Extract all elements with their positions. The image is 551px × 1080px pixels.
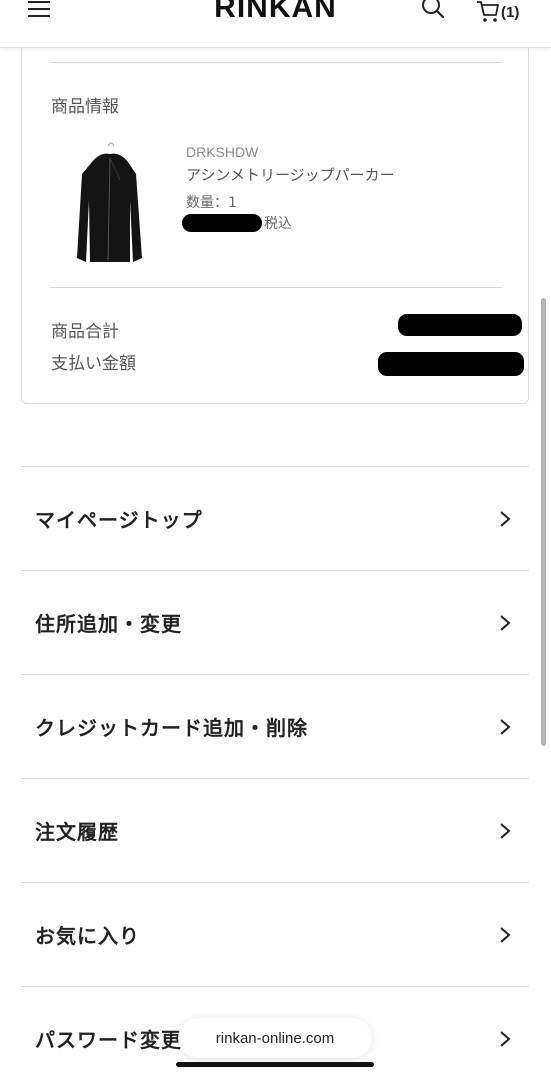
menu-item-label: マイページトップ [35, 508, 203, 532]
product-info-heading: 商品情報 [51, 97, 119, 117]
home-indicator[interactable] [176, 1062, 374, 1067]
redacted-price [182, 214, 262, 232]
menu-item-address[interactable]: 住所追加・変更 [21, 570, 529, 674]
search-icon[interactable] [420, 0, 446, 24]
chevron-right-icon [500, 1030, 511, 1047]
menu-item-mypage-top[interactable]: マイページトップ [21, 466, 529, 570]
chevron-right-icon [500, 614, 511, 631]
product-quantity: 数量：1 [186, 195, 237, 211]
menu-item-label: パスワード変更 [35, 1028, 182, 1052]
payment-amount-label: 支払い金額 [51, 354, 136, 374]
menu-item-credit-card[interactable]: クレジットカード追加・削除 [21, 674, 529, 778]
order-summary-card: 商品情報 DRKSHDW アシンメトリージップパーカー 数量：1 税込 商品合計… [21, 22, 529, 404]
tax-included-note: 税込 [264, 216, 292, 232]
chevron-right-icon [500, 718, 511, 735]
product-name[interactable]: アシンメトリージップパーカー [186, 164, 395, 185]
cart-count-badge: (1) [501, 3, 520, 21]
menu-item-label: 住所追加・変更 [35, 612, 182, 636]
cart-button[interactable]: (1) [476, 0, 519, 24]
menu-item-favorites[interactable]: お気に入り [21, 882, 529, 986]
account-menu-list: マイページトップ 住所追加・変更 クレジットカード追加・削除 注文履歴 お気に入… [21, 466, 529, 1080]
browser-address-bar[interactable]: rinkan-online.com [178, 1018, 372, 1058]
chevron-right-icon [500, 510, 511, 527]
chevron-right-icon [500, 926, 511, 943]
redacted-subtotal [398, 314, 522, 336]
product-brand: DRKSHDW [186, 144, 259, 160]
scrollbar[interactable] [541, 298, 546, 746]
menu-item-label: お気に入り [35, 924, 140, 948]
menu-item-order-history[interactable]: 注文履歴 [21, 778, 529, 882]
site-logo[interactable]: RINKAN [0, 0, 551, 25]
subtotal-label: 商品合計 [51, 322, 119, 342]
menu-item-label: 注文履歴 [35, 820, 119, 844]
divider [50, 287, 502, 288]
product-image[interactable] [70, 140, 148, 280]
app-header: RINKAN (1) [0, 0, 551, 48]
product-price: 税込 [182, 212, 292, 234]
menu-item-label: クレジットカード追加・削除 [35, 716, 308, 740]
cart-icon [477, 1, 499, 22]
chevron-right-icon [500, 822, 511, 839]
redacted-payment-amount [378, 352, 524, 376]
divider [50, 62, 502, 63]
